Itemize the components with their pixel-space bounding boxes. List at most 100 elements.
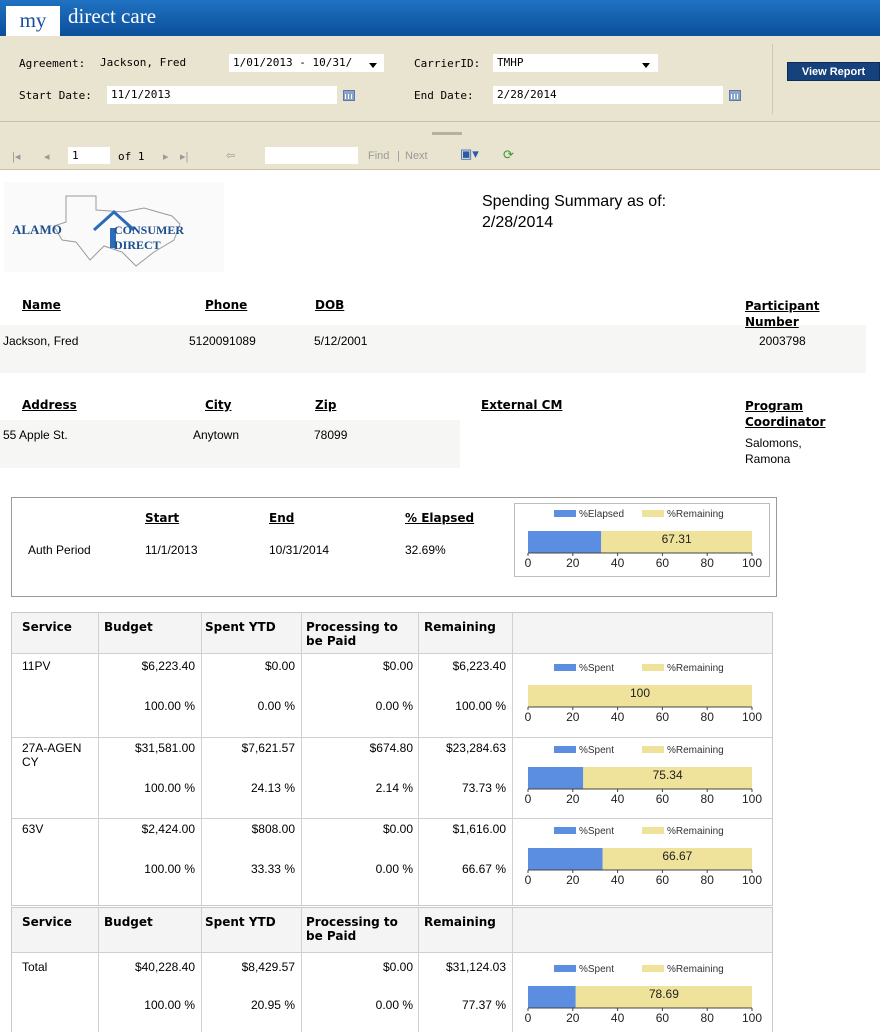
service-header: Service (22, 915, 72, 929)
divider (201, 908, 202, 1032)
legend-label: %Remaining (667, 745, 724, 756)
tick-label: 20 (566, 556, 580, 570)
auth-start-value: 11/1/2013 (145, 543, 198, 557)
view-report-button[interactable]: View Report (787, 62, 880, 81)
service-name: 63V (22, 822, 44, 836)
legend-label: %Remaining (667, 964, 724, 975)
legend-swatch (554, 664, 576, 671)
total-chart: %Spent %Remaining 78.69 0 20 40 60 80 100 (525, 964, 763, 1025)
tick-label: 60 (656, 1011, 670, 1025)
chevron-down-icon[interactable] (369, 63, 377, 68)
legend-swatch (642, 746, 664, 753)
next-link[interactable]: Next (405, 150, 428, 162)
last-page-icon[interactable]: ▸| (180, 150, 188, 163)
report-title: Spending Summary as of: (482, 193, 667, 210)
coordinator-value: Salomons, Ramona (745, 436, 802, 466)
agreement-range-select[interactable]: 1/01/2013 - 10/31/ (229, 54, 384, 72)
total-processing: $0.00 (382, 960, 413, 974)
legend-swatch (642, 827, 664, 834)
page-number-input[interactable]: 1 (68, 147, 110, 164)
address-value: 55 Apple St. (3, 428, 68, 442)
tick-label: 60 (656, 556, 670, 570)
brand-name: direct care (68, 4, 157, 28)
splitter-grip[interactable] (432, 132, 462, 135)
total-service: Total (22, 960, 48, 974)
tick-label: 60 (656, 873, 670, 887)
service-chart: %Spent %Remaining 75.34 0 20 40 60 80 100 (525, 745, 763, 806)
service-budget: $2,424.00 (141, 822, 195, 836)
budget-header: Budget (104, 915, 153, 929)
auth-end-header: End (269, 511, 295, 525)
legend-label: %Remaining (667, 663, 724, 674)
service-budget-pct: 100.00 % (144, 862, 195, 876)
city-value: Anytown (193, 428, 240, 442)
spent-ytd-header: Spent YTD (205, 620, 276, 634)
service-budget-pct: 100.00 % (144, 699, 195, 713)
total-remaining: $31,124.03 (445, 960, 506, 974)
tick-label: 60 (656, 792, 670, 806)
legend-swatch (554, 510, 576, 517)
tick-label: 100 (742, 873, 762, 887)
calendar-icon[interactable] (729, 90, 741, 101)
divider (418, 613, 419, 905)
auth-elapsed-value: 32.69% (405, 543, 446, 557)
service-spent-pct: 0.00 % (257, 699, 295, 713)
report-toolbar: |◂ ◂ 1 of 1 ▸ ▸| ⇦ Find | Next ▣▾ ⟳ (0, 142, 880, 170)
tick-label: 40 (611, 710, 625, 724)
legend-label: %Spent (579, 663, 614, 674)
find-input[interactable] (265, 147, 358, 164)
divider (201, 613, 202, 905)
parameter-splitter[interactable] (0, 122, 880, 142)
export-icon[interactable]: ▣▾ (460, 146, 479, 162)
legend-swatch (554, 746, 576, 753)
calendar-icon[interactable] (343, 90, 355, 101)
tick-label: 40 (611, 1011, 625, 1025)
end-date-input[interactable]: 2/28/2014 (493, 86, 723, 104)
total-remaining-pct: 77.37 % (461, 998, 506, 1012)
total-budget: $40,228.40 (134, 960, 195, 974)
program-coordinator-header: Program Coordinator (745, 399, 826, 429)
carrier-select[interactable]: TMHP (493, 54, 658, 72)
refresh-icon[interactable]: ⟳ (503, 147, 514, 163)
processing-header: Processing to be Paid (306, 915, 398, 943)
participant-dob: 5/12/2001 (314, 334, 368, 348)
chevron-down-icon[interactable] (642, 63, 650, 68)
service-budget: $31,581.00 (134, 741, 195, 755)
auth-end-value: 10/31/2014 (269, 543, 330, 557)
previous-page-icon[interactable]: ◂ (44, 150, 50, 163)
data-label: 75.34 (653, 768, 683, 782)
legend-label: %Spent (579, 964, 614, 975)
legend-swatch (554, 827, 576, 834)
divider (12, 737, 772, 738)
total-processing-pct: 0.00 % (375, 998, 413, 1012)
tick-label: 0 (525, 873, 532, 887)
service-remaining-pct: 100.00 % (455, 699, 506, 713)
divider (301, 613, 302, 905)
divider (12, 952, 772, 953)
divider (12, 818, 772, 819)
agreement-field[interactable]: Jackson, Fred (96, 54, 224, 72)
tick-label: 20 (566, 873, 580, 887)
tick-label: 100 (742, 792, 762, 806)
tick-label: 0 (525, 1011, 532, 1025)
next-page-icon[interactable]: ▸ (163, 150, 169, 163)
service-processing: $0.00 (382, 659, 413, 673)
divider (98, 613, 99, 905)
find-link[interactable]: Find (368, 150, 389, 162)
first-page-icon[interactable]: |◂ (12, 150, 20, 163)
participant-name: Jackson, Fred (3, 334, 79, 348)
processing-header: Processing to be Paid (306, 620, 398, 648)
service-name: 27A-AGEN CY (22, 741, 82, 769)
legend-label: %Spent (579, 745, 614, 756)
back-icon[interactable]: ⇦ (226, 149, 235, 162)
start-date-input[interactable]: 11/1/2013 (107, 86, 337, 104)
legend-swatch (642, 664, 664, 671)
brand-my: my (6, 6, 60, 36)
tick-label: 80 (701, 1011, 715, 1025)
data-label: 67.31 (662, 532, 692, 546)
legend-label: %Remaining (667, 826, 724, 837)
auth-period-chart: %Elapsed %Remaining 67.31 0 20 40 60 80 100 (514, 503, 770, 577)
tick-label: 80 (701, 710, 715, 724)
tick-label: 80 (701, 556, 715, 570)
tick-label: 40 (611, 792, 625, 806)
